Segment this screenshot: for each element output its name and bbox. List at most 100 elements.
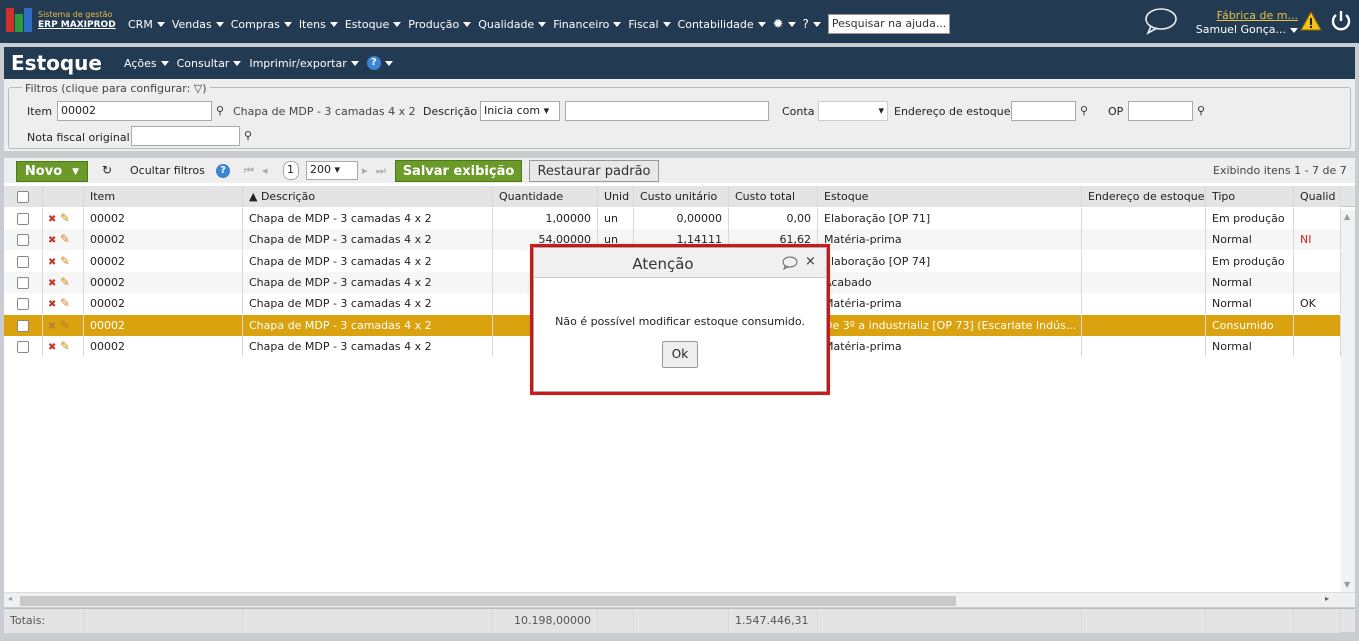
- filters-legend[interactable]: Filtros (clique para configurar: ▽): [22, 82, 210, 95]
- col-header-unid[interactable]: Unid: [598, 186, 634, 207]
- delete-icon[interactable]: ✖: [48, 342, 56, 353]
- col-header-descricao[interactable]: ▲ Descrição: [243, 186, 493, 207]
- first-page-icon[interactable]: ⏮: [244, 164, 254, 178]
- row-checkbox[interactable]: [4, 314, 43, 336]
- op-input[interactable]: [1128, 101, 1193, 121]
- next-page-icon[interactable]: ▸: [362, 164, 368, 177]
- settings-menu[interactable]: ✹: [773, 17, 796, 32]
- edit-icon[interactable]: ✎: [60, 232, 70, 246]
- menu-contabilidade[interactable]: Contabilidade: [678, 18, 766, 31]
- cell-item: 00002: [84, 314, 243, 336]
- search-icon[interactable]: ⚲: [1080, 104, 1088, 117]
- user-name[interactable]: Samuel Gonça...: [1188, 23, 1298, 37]
- scrollbar-thumb[interactable]: [20, 596, 956, 606]
- row-checkbox[interactable]: [4, 229, 43, 251]
- edit-icon[interactable]: ✎: [60, 275, 70, 289]
- nota-fiscal-input[interactable]: [131, 126, 240, 146]
- prev-page-icon[interactable]: ◂: [262, 164, 268, 177]
- edit-icon[interactable]: ✎: [60, 339, 70, 353]
- menu-imprimir-exportar[interactable]: Imprimir/exportar: [249, 57, 359, 70]
- menu-qualidade[interactable]: Qualidade: [478, 17, 547, 31]
- col-header-custo-total[interactable]: Custo total: [729, 186, 818, 207]
- delete-icon[interactable]: ✖: [48, 299, 56, 310]
- novo-button[interactable]: Novo ▼: [16, 161, 88, 182]
- menu-vendas[interactable]: Vendas: [172, 18, 224, 31]
- close-icon[interactable]: ×: [805, 254, 816, 269]
- menu-crm[interactable]: CRM: [128, 18, 165, 31]
- horizontal-scrollbar[interactable]: ◂ ▸: [4, 592, 1355, 607]
- col-header-qualidade[interactable]: Qualid: [1294, 186, 1341, 207]
- chat-icon[interactable]: [782, 256, 798, 270]
- per-page-select[interactable]: 200 ▾: [306, 161, 358, 180]
- help-icon[interactable]: ?: [216, 164, 230, 178]
- page-number-input[interactable]: 1: [283, 161, 299, 180]
- descricao-mode-select[interactable]: Inicia com ▾: [480, 101, 560, 121]
- scroll-down-icon[interactable]: ▼: [1344, 580, 1350, 589]
- col-header-quantidade[interactable]: Quantidade: [493, 186, 598, 207]
- menu-label: Qualidade: [478, 17, 535, 31]
- refresh-icon[interactable]: ↻: [102, 163, 112, 177]
- edit-icon[interactable]: ✎: [60, 211, 70, 225]
- edit-icon[interactable]: ✎: [60, 296, 70, 310]
- last-page-icon[interactable]: ⏭: [376, 164, 386, 178]
- delete-icon[interactable]: ✖: [48, 257, 56, 268]
- table-row[interactable]: ✖ ✎ 00002 Chapa de MDP - 3 camadas 4 x 2 1,…: [4, 208, 1355, 229]
- search-icon[interactable]: ⚲: [216, 104, 224, 117]
- warning-icon[interactable]: [1300, 11, 1322, 31]
- power-icon[interactable]: [1330, 9, 1352, 33]
- menu-itens[interactable]: Itens: [299, 18, 338, 31]
- delete-icon[interactable]: ✖: [48, 214, 56, 225]
- app-logo[interactable]: Sistema de gestão ERP MAXIPROD: [6, 8, 116, 32]
- chevron-down-icon: [156, 21, 165, 27]
- search-icon[interactable]: ⚲: [1197, 104, 1205, 117]
- scroll-right-icon[interactable]: ▸: [1325, 594, 1329, 603]
- item-input[interactable]: 00002: [57, 101, 212, 121]
- chat-icon[interactable]: [1144, 7, 1178, 35]
- menu-estoque[interactable]: Estoque: [345, 18, 402, 31]
- delete-icon[interactable]: ✖: [48, 321, 56, 332]
- row-checkbox[interactable]: [4, 335, 43, 357]
- cell-estoque: Elaboração [OP 74]: [818, 250, 1082, 272]
- salvar-exibicao-button[interactable]: Salvar exibição: [395, 160, 522, 182]
- col-header-endereco[interactable]: Endereço de estoque: [1082, 186, 1206, 207]
- row-checkbox[interactable]: [4, 293, 43, 315]
- menu-acoes[interactable]: Ações: [124, 57, 169, 70]
- col-header-estoque[interactable]: Estoque: [818, 186, 1082, 207]
- endereco-input[interactable]: [1011, 101, 1076, 121]
- ok-button[interactable]: Ok: [662, 341, 698, 368]
- col-header-item[interactable]: Item: [84, 186, 243, 207]
- menu-producao[interactable]: Produção: [408, 18, 472, 31]
- menu-consultar[interactable]: Consultar: [177, 57, 242, 70]
- delete-icon[interactable]: ✖: [48, 278, 56, 289]
- scroll-left-icon[interactable]: ◂: [8, 594, 12, 603]
- select-all-checkbox[interactable]: [4, 186, 43, 207]
- col-header-custo-unitario[interactable]: Custo unitário: [634, 186, 729, 207]
- ocultar-filtros-button[interactable]: Ocultar filtros: [130, 164, 205, 177]
- row-checkbox[interactable]: [4, 271, 43, 293]
- search-icon[interactable]: ⚲: [244, 129, 252, 142]
- delete-icon[interactable]: ✖: [48, 235, 56, 246]
- descricao-input[interactable]: [565, 101, 769, 121]
- conta-select[interactable]: ▾: [818, 101, 888, 121]
- edit-icon[interactable]: ✎: [60, 318, 70, 332]
- restaurar-padrao-button[interactable]: Restaurar padrão: [529, 160, 659, 182]
- help-menu[interactable]: ?: [803, 17, 821, 31]
- menu-financeiro[interactable]: Financeiro: [553, 18, 622, 31]
- company-link[interactable]: Fábrica de m...: [1188, 9, 1298, 23]
- chevron-down-icon: [233, 60, 242, 66]
- chevron-down-icon: [329, 21, 338, 27]
- page-header: Estoque Ações Consultar Imprimir/exporta…: [4, 47, 1355, 79]
- menu-label: CRM: [128, 17, 153, 31]
- page-help[interactable]: ?: [366, 56, 393, 70]
- row-checkbox[interactable]: [4, 208, 43, 229]
- edit-icon[interactable]: ✎: [60, 254, 70, 268]
- vertical-scrollbar[interactable]: ▲ ▼: [1341, 210, 1355, 593]
- menu-fiscal[interactable]: Fiscal: [628, 18, 671, 31]
- menu-compras[interactable]: Compras: [231, 18, 292, 31]
- scroll-up-icon[interactable]: ▲: [1344, 212, 1350, 221]
- row-checkbox[interactable]: [4, 250, 43, 272]
- help-search-input[interactable]: Pesquisar na ajuda...: [827, 14, 950, 34]
- col-header-tipo[interactable]: Tipo: [1206, 186, 1294, 207]
- user-info[interactable]: Fábrica de m... Samuel Gonça...: [1188, 9, 1298, 37]
- checkbox-icon: [17, 213, 29, 225]
